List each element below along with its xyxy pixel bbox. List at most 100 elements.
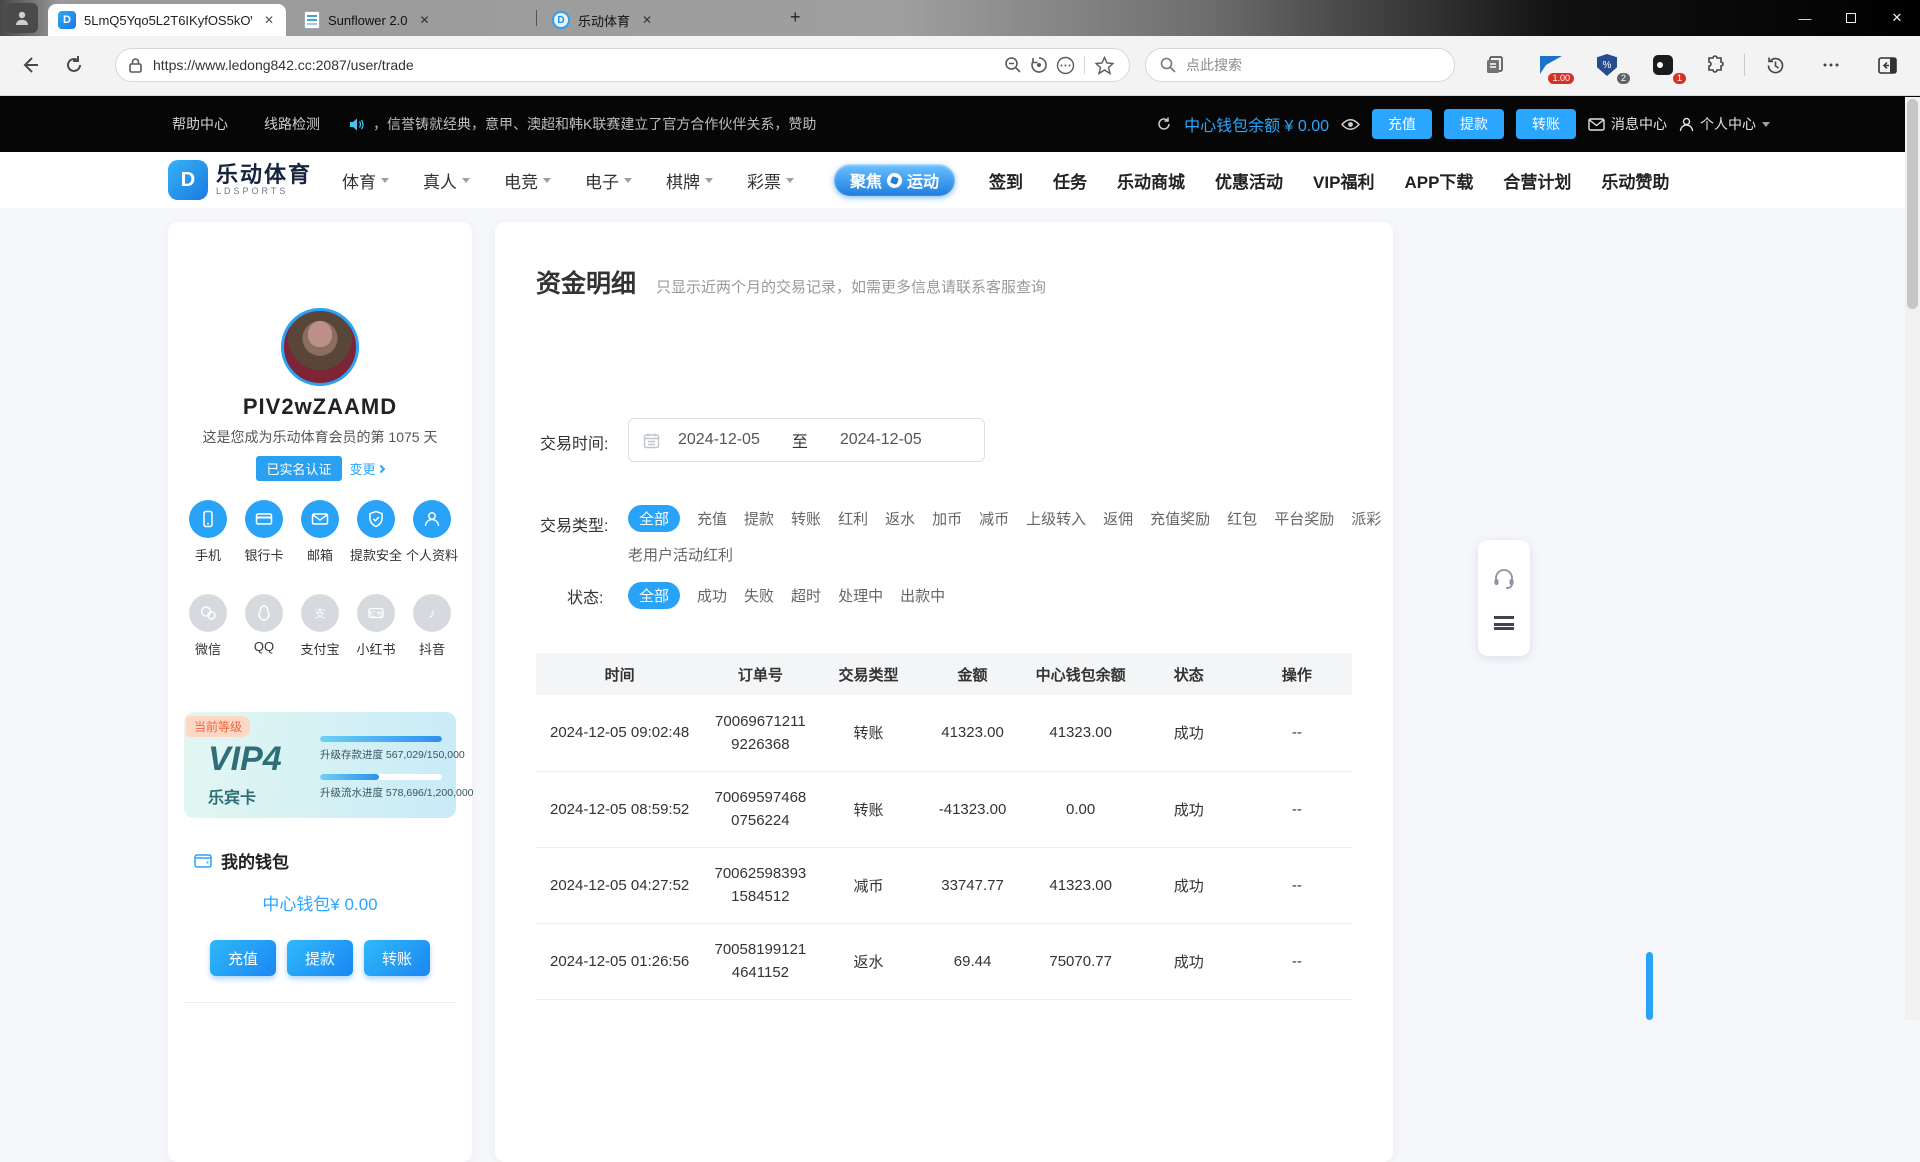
type-filter-transfer[interactable]: 转账 — [791, 508, 821, 529]
back-button[interactable] — [14, 49, 46, 81]
user-avatar[interactable] — [281, 308, 359, 386]
extensions-button[interactable] — [1700, 50, 1730, 80]
type-filter-bonus[interactable]: 红利 — [838, 508, 868, 529]
sidebar-panel-button[interactable] — [1872, 50, 1902, 80]
maximize-button[interactable] — [1828, 0, 1874, 36]
type-filter-rebate[interactable]: 返水 — [885, 508, 915, 529]
nav-menu-esports[interactable]: 电竞 — [504, 168, 551, 193]
sidebar-item-bankcard[interactable]: 银行卡 — [238, 500, 290, 564]
topbar-withdraw-button[interactable]: 提款 — [1444, 109, 1504, 139]
nav-promotions[interactable]: 优惠活动 — [1215, 168, 1283, 193]
tab-sunflower[interactable]: Sunflower 2.0 ✕ — [294, 4, 530, 36]
tab-close-icon[interactable]: ✕ — [642, 13, 652, 27]
sidebar-item-qq[interactable]: QQ — [238, 594, 290, 658]
status-filter-all[interactable]: 全部 — [628, 582, 680, 609]
nav-menu-slots[interactable]: 电子 — [585, 168, 632, 193]
focus-sports-button[interactable]: 聚焦 运动 — [834, 164, 955, 196]
transfer-button[interactable]: 转账 — [364, 940, 430, 976]
shield-extension[interactable]: % 2 — [1592, 50, 1622, 80]
type-filter-all[interactable]: 全部 — [628, 505, 680, 532]
date-to-value[interactable]: 2024-12-05 — [840, 431, 922, 449]
refresh-button[interactable] — [58, 49, 90, 81]
chevron-right-icon — [376, 464, 384, 472]
date-from-value[interactable]: 2024-12-05 — [678, 431, 760, 449]
page-scrollbar-thumb[interactable] — [1907, 99, 1918, 309]
page-scrollbar[interactable] — [1905, 97, 1920, 1020]
eye-icon[interactable] — [1341, 118, 1360, 131]
nav-partnership[interactable]: 合营计划 — [1503, 168, 1571, 193]
sidebar-item-alipay[interactable]: 支 支付宝 — [294, 594, 346, 658]
site-logo[interactable]: D 乐动体育 LDSPORTS — [168, 160, 312, 200]
status-filter-timeout[interactable]: 超时 — [791, 585, 821, 606]
deposit-button[interactable]: 充值 — [210, 940, 276, 976]
sidebar-item-wechat[interactable]: 微信 — [182, 594, 234, 658]
sidebar-item-xiaohongshu[interactable]: 红书 小红书 — [350, 594, 402, 658]
flag-extension[interactable]: 1.00 — [1536, 50, 1566, 80]
sidebar-item-phone[interactable]: 手机 — [182, 500, 234, 564]
type-filter-add-coin[interactable]: 加币 — [932, 508, 962, 529]
status-filter-processing[interactable]: 处理中 — [838, 585, 883, 606]
line-check-link[interactable]: 线路检测 — [264, 114, 320, 134]
nav-menu-sports[interactable]: 体育 — [342, 168, 389, 193]
translate-icon[interactable] — [1026, 52, 1052, 78]
nav-checkin[interactable]: 签到 — [989, 168, 1023, 193]
zoom-out-icon[interactable] — [1000, 52, 1026, 78]
nav-app-download[interactable]: APP下载 — [1404, 168, 1473, 193]
sidebar-item-douyin[interactable]: ♪ 抖音 — [406, 594, 458, 658]
settings-more-button[interactable] — [1816, 50, 1846, 80]
type-filter-deposit-reward[interactable]: 充值奖励 — [1150, 508, 1210, 529]
sidebar-item-email[interactable]: 邮箱 — [294, 500, 346, 564]
cell-time: 2024-12-05 09:02:48 — [536, 695, 703, 771]
nav-mall[interactable]: 乐动商城 — [1117, 168, 1185, 193]
more-tools-icon[interactable] — [1052, 52, 1078, 78]
type-filter-red-packet[interactable]: 红包 — [1227, 508, 1257, 529]
type-filter-withdraw[interactable]: 提款 — [744, 508, 774, 529]
type-filter-deposit[interactable]: 充值 — [697, 508, 727, 529]
app-extension[interactable]: 1 — [1648, 50, 1678, 80]
status-filter-failed[interactable]: 失败 — [744, 585, 774, 606]
collections-button[interactable] — [1480, 50, 1510, 80]
nav-sponsorship[interactable]: 乐动赞助 — [1601, 168, 1669, 193]
withdraw-button[interactable]: 提款 — [287, 940, 353, 976]
refresh-balance-icon[interactable] — [1156, 116, 1172, 132]
tab-close-icon[interactable]: ✕ — [420, 13, 430, 27]
tab-close-icon[interactable]: ✕ — [264, 13, 274, 27]
topbar-deposit-button[interactable]: 充值 — [1372, 109, 1432, 139]
cell-action: -- — [1242, 771, 1352, 847]
topbar-transfer-button[interactable]: 转账 — [1516, 109, 1576, 139]
history-button[interactable] — [1760, 50, 1790, 80]
menu-hamburger-icon[interactable] — [1494, 616, 1514, 630]
date-range-picker[interactable]: 2024-12-05 至 2024-12-05 — [628, 418, 985, 462]
tab-active[interactable]: D 5LmQ5Yqo5L2T6IKyfOS5kOWKqC ✕ — [48, 4, 286, 36]
favorite-star-icon[interactable] — [1091, 52, 1117, 78]
tab-ledong[interactable]: D 乐动体育 ✕ — [542, 4, 774, 36]
nav-tasks[interactable]: 任务 — [1053, 168, 1087, 193]
col-type: 交易类型 — [818, 653, 920, 695]
search-box[interactable]: 点此搜索 — [1145, 48, 1455, 82]
personal-center-link[interactable]: 个人中心 — [1679, 114, 1770, 134]
sidebar-item-withdraw-security[interactable]: 提款安全 — [350, 500, 402, 564]
type-filter-commission[interactable]: 返佣 — [1103, 508, 1133, 529]
nav-menu-live[interactable]: 真人 — [423, 168, 470, 193]
customer-service-headset-icon[interactable] — [1492, 566, 1516, 590]
browser-profile-button[interactable] — [6, 3, 38, 33]
type-filter-upline-transfer[interactable]: 上级转入 — [1026, 508, 1086, 529]
close-window-button[interactable]: ✕ — [1874, 0, 1920, 36]
table-scrollbar-thumb[interactable] — [1646, 952, 1653, 1020]
nav-menu-cards[interactable]: 棋牌 — [666, 168, 713, 193]
address-bar[interactable]: https://www.ledong842.cc:2087/user/trade — [115, 48, 1130, 82]
new-tab-button[interactable]: + — [790, 7, 801, 28]
status-filter-success[interactable]: 成功 — [697, 585, 727, 606]
nav-vip[interactable]: VIP福利 — [1313, 168, 1374, 193]
sidebar-item-profile[interactable]: 个人资料 — [406, 500, 458, 564]
change-link[interactable]: 变更 — [350, 459, 384, 478]
help-center-link[interactable]: 帮助中心 — [172, 114, 228, 134]
type-filter-payout[interactable]: 派彩 — [1351, 508, 1381, 529]
minimize-button[interactable]: — — [1782, 0, 1828, 36]
type-filter-old-user-bonus[interactable]: 老用户活动红利 — [628, 544, 733, 565]
message-center-link[interactable]: 消息中心 — [1588, 114, 1667, 134]
type-filter-platform-reward[interactable]: 平台奖励 — [1274, 508, 1334, 529]
type-filter-deduct-coin[interactable]: 减币 — [979, 508, 1009, 529]
nav-menu-lottery[interactable]: 彩票 — [747, 168, 794, 193]
status-filter-paying[interactable]: 出款中 — [900, 585, 945, 606]
